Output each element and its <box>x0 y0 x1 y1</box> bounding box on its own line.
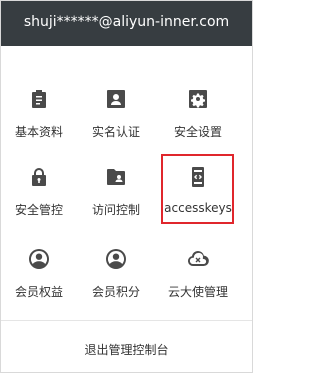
clipboard-icon <box>27 87 51 111</box>
gear-icon <box>186 87 210 111</box>
menu-label: 实名认证 <box>91 125 140 139</box>
menu-item-access-control[interactable]: 访问控制 <box>78 157 154 217</box>
lock-icon <box>27 165 51 189</box>
menu-item-real-name[interactable]: 实名认证 <box>78 79 154 139</box>
menu-label: 会员权益 <box>14 285 63 299</box>
account-email: shuji******@aliyun-inner.com <box>23 14 230 30</box>
user-circle-icon <box>104 247 128 271</box>
menu-item-member-benefits[interactable]: 会员权益 <box>1 239 77 299</box>
menu-label: accesskeys <box>164 201 232 215</box>
menu-label: 云大使管理 <box>167 285 228 299</box>
folder-user-icon <box>104 165 128 189</box>
menu-label: 基本资料 <box>14 125 63 139</box>
account-menu-panel: shuji******@aliyun-inner.com 基本资料 实名认证 安… <box>0 0 253 373</box>
menu-item-security-control[interactable]: 安全管控 <box>1 157 77 217</box>
account-header: shuji******@aliyun-inner.com <box>1 1 252 46</box>
menu-item-security-settings[interactable]: 安全设置 <box>160 79 236 139</box>
id-card-icon <box>104 87 128 111</box>
menu-item-basic-info[interactable]: 基本资料 <box>1 79 77 139</box>
menu-label: 安全设置 <box>173 125 222 139</box>
menu-label: 会员积分 <box>91 285 140 299</box>
menu-label: 访问控制 <box>91 203 140 217</box>
cloud-icon <box>186 247 210 271</box>
logout-button[interactable]: 退出管理控制台 <box>1 341 252 358</box>
menu-item-cloud-ambassador[interactable]: 云大使管理 <box>160 239 236 299</box>
menu-label: 安全管控 <box>14 203 63 217</box>
user-circle-icon <box>27 247 51 271</box>
footer-divider <box>1 320 252 321</box>
menu-item-accesskeys[interactable]: accesskeys <box>160 157 236 217</box>
code-phone-icon <box>186 165 210 189</box>
menu-item-member-points[interactable]: 会员积分 <box>78 239 154 299</box>
